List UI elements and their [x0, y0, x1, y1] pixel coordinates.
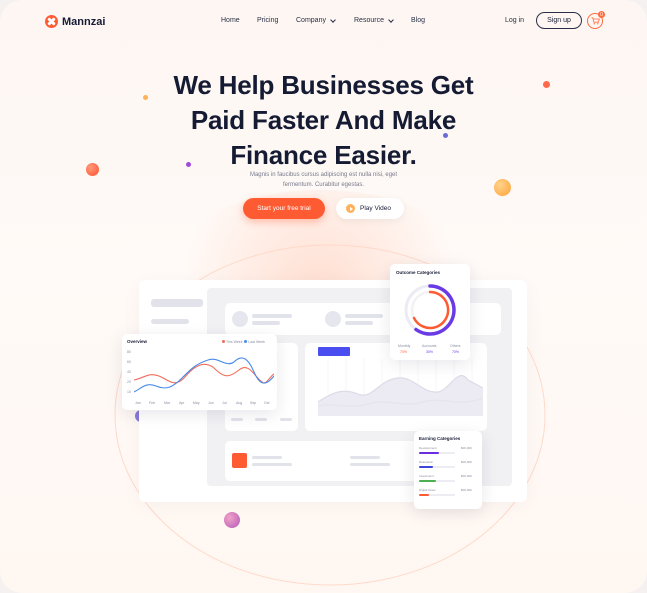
- overview-line-chart: [134, 357, 274, 393]
- placeholder-card: [225, 441, 422, 481]
- trend-area-chart: [318, 358, 483, 416]
- earning-title: Earning Categories: [419, 436, 461, 441]
- earning-progress-fill: [419, 452, 439, 454]
- earning-progress-fill: [419, 480, 437, 482]
- this-week-line: [134, 363, 274, 384]
- earning-progress-track: [419, 494, 455, 496]
- earning-progress-fill: [419, 466, 433, 468]
- y-tick: 10: [127, 390, 131, 394]
- x-tick: Apr: [179, 401, 185, 405]
- placeholder-line: [252, 314, 292, 318]
- y-tick: 80: [127, 350, 131, 354]
- x-tick: Mar: [164, 401, 171, 405]
- earning-progress-track: [419, 466, 455, 468]
- earning-row-label: Investment: [419, 474, 434, 478]
- earning-progress-track: [419, 480, 455, 482]
- placeholder-square: [232, 453, 247, 468]
- y-tick: 60: [127, 360, 131, 364]
- placeholder-line: [350, 456, 380, 459]
- placeholder-line: [252, 463, 292, 466]
- overview-legend: This Week Last Week: [222, 340, 265, 344]
- avatar: [325, 311, 341, 327]
- outcome-label: Others: [450, 344, 461, 348]
- earning-row-value: $00,000: [461, 488, 472, 492]
- outcome-value: 70%: [400, 350, 408, 354]
- x-tick: Sep: [250, 401, 257, 405]
- earning-row-label: Development: [419, 446, 437, 450]
- trend-card-tag: [318, 347, 350, 356]
- outcome-ring-chart: [404, 284, 456, 336]
- earning-row-label: Relocation: [419, 460, 434, 464]
- x-tick: Feb: [149, 401, 156, 405]
- page-frame: Mannzai Home Pricing Company Resource Bl…: [0, 0, 647, 593]
- outcome-value: 30%: [426, 350, 434, 354]
- placeholder-line: [345, 314, 383, 318]
- legend-this-week: This Week: [226, 340, 243, 344]
- earning-row-label: Digital Asset: [419, 488, 436, 492]
- earning-row-value: $00,000: [461, 474, 472, 478]
- outcome-title: Outcome Categories: [396, 270, 441, 275]
- placeholder-line: [280, 418, 292, 421]
- y-tick: 20: [127, 380, 131, 384]
- outcome-label: Accounts: [422, 344, 437, 348]
- legend-dot: [222, 340, 225, 343]
- earning-row-value: $00,000: [461, 460, 472, 464]
- earning-progress-track: [419, 452, 455, 454]
- placeholder-line: [350, 463, 390, 466]
- x-tick: Jun: [208, 401, 214, 405]
- legend-last-week: Last Week: [248, 340, 265, 344]
- outcome-label: Monthly: [398, 344, 411, 348]
- x-tick: Oct: [264, 401, 270, 405]
- overview-title: Overview: [127, 339, 148, 344]
- legend-dot: [244, 340, 248, 343]
- sidebar-placeholder: [151, 299, 203, 307]
- y-tick: 40: [127, 370, 131, 374]
- placeholder-line: [252, 456, 282, 459]
- x-tick: May: [193, 401, 200, 405]
- x-tick: Aug: [236, 401, 243, 405]
- placeholder-line: [252, 321, 280, 325]
- outcome-value: 70%: [452, 350, 460, 354]
- earning-progress-fill: [419, 494, 430, 496]
- placeholder-line: [345, 321, 373, 325]
- sidebar-placeholder: [151, 319, 189, 324]
- x-tick: Jul: [222, 401, 227, 405]
- earning-card: [414, 431, 482, 509]
- placeholder-line: [231, 418, 243, 421]
- x-tick: Jan: [135, 401, 141, 405]
- earning-row-value: $00,000: [461, 446, 472, 450]
- placeholder-line: [255, 418, 267, 421]
- avatar: [232, 311, 248, 327]
